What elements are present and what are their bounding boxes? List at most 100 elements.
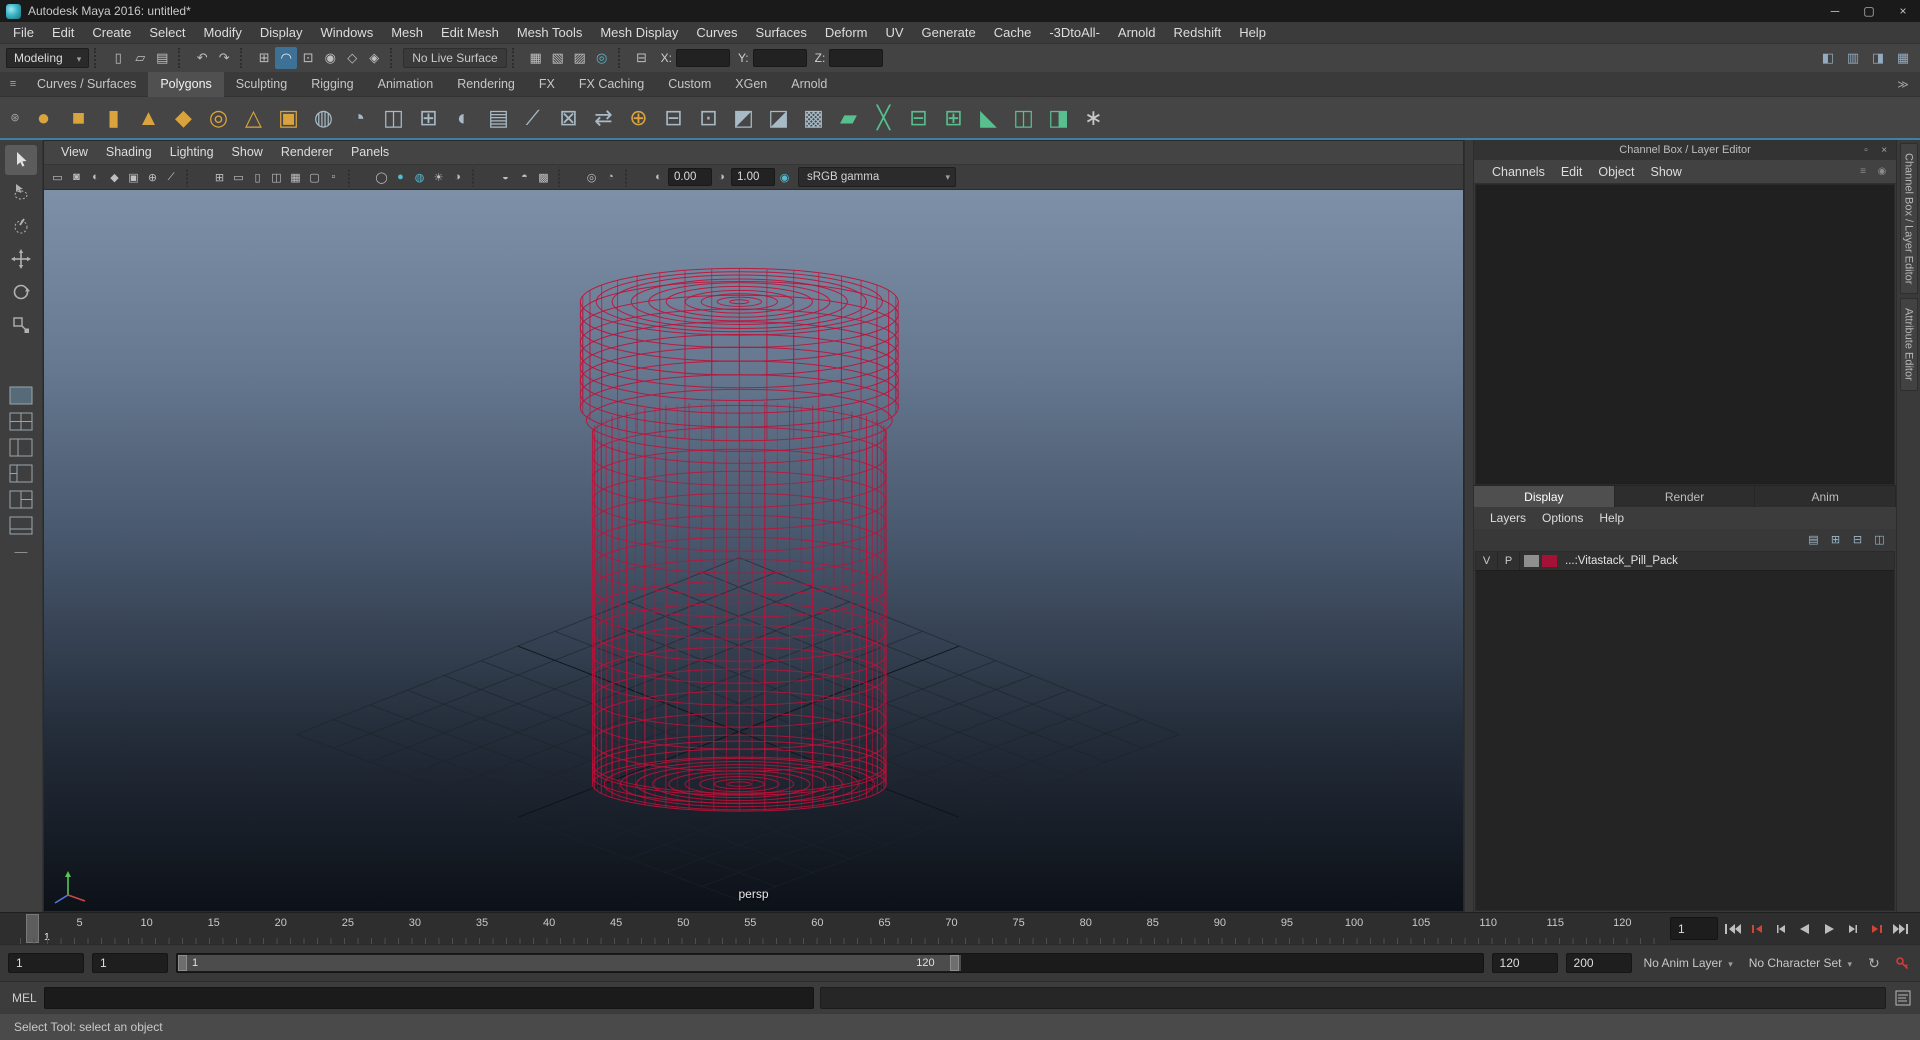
poly-cone-icon[interactable]: ▲ <box>132 101 165 134</box>
play-forward-button[interactable] <box>1818 919 1840 939</box>
script-editor-icon[interactable] <box>1892 987 1914 1009</box>
poly-torus-icon[interactable]: ◎ <box>202 101 235 134</box>
range-slider[interactable]: 1 120 <box>176 953 1484 973</box>
new-layer-from-selected-icon[interactable]: ⊟ <box>1849 531 1866 548</box>
shelf-tab[interactable]: Curves / Surfaces <box>25 72 148 97</box>
insert-edge-loop-icon[interactable]: ⊟ <box>902 101 935 134</box>
channel-box-menu-item[interactable]: Edit <box>1553 161 1591 183</box>
safe-title-icon[interactable]: ▫ <box>324 167 343 187</box>
boolean-icon[interactable]: ◫ <box>377 101 410 134</box>
menu-item[interactable]: Cache <box>985 22 1041 44</box>
layer-options-icon[interactable]: ◫ <box>1871 531 1888 548</box>
layer-editor-menu-item[interactable]: Layers <box>1482 507 1534 529</box>
minimize-button[interactable]: ─ <box>1818 0 1852 22</box>
reduce-mesh-icon[interactable]: ◔ <box>342 101 375 134</box>
animation-preferences-icon[interactable]: ↻ <box>1864 953 1884 973</box>
offset-edge-loop-icon[interactable]: ⊞ <box>937 101 970 134</box>
extrude-icon[interactable]: ⊠ <box>552 101 585 134</box>
grid-toggle-icon[interactable]: ⊞ <box>210 167 229 187</box>
shelf-menu-icon[interactable]: ≡ <box>4 75 22 93</box>
snap-to-points-icon[interactable]: ⊡ <box>297 47 319 69</box>
shaded-mode-icon[interactable]: ● <box>391 167 410 187</box>
close-button[interactable]: × <box>1886 0 1920 22</box>
render-view-icon[interactable]: ▦ <box>525 47 547 69</box>
split-mesh-icon[interactable]: ◪ <box>762 101 795 134</box>
pencil-curve-icon[interactable]: ∕ <box>517 101 550 134</box>
snap-to-projected-center-icon[interactable]: ◉ <box>319 47 341 69</box>
symmetry-settings-icon[interactable]: ⊟ <box>631 47 653 69</box>
character-set-dropdown[interactable]: No Character Set <box>1745 956 1856 970</box>
layout-split-vertical-button[interactable] <box>7 436 35 459</box>
layer-editor-tab[interactable]: Render <box>1614 484 1756 507</box>
scale-tool-button[interactable] <box>5 310 37 340</box>
fill-hole-icon[interactable]: ⊟ <box>657 101 690 134</box>
select-camera-icon[interactable]: ▭ <box>48 167 67 187</box>
slide-edge-icon[interactable]: ⇄ <box>587 101 620 134</box>
flatten-icon[interactable]: ▤ <box>482 101 515 134</box>
y-coordinate-field[interactable] <box>752 49 807 67</box>
layer-playback-toggle[interactable]: P <box>1498 551 1520 570</box>
x-coordinate-field[interactable] <box>675 49 730 67</box>
paint-transfer-icon[interactable]: ∗ <box>1077 101 1110 134</box>
snap-to-view-planes-icon[interactable]: ◇ <box>341 47 363 69</box>
shadows-mode-icon[interactable]: ◑ <box>448 167 467 187</box>
combine-icon[interactable]: ⊕ <box>622 101 655 134</box>
menu-item[interactable]: Redshift <box>1164 22 1230 44</box>
tool-settings-icon[interactable]: ◨ <box>1867 47 1889 69</box>
layout-single-pane-button[interactable] <box>7 384 35 407</box>
project-curve-icon[interactable]: ◩ <box>727 101 760 134</box>
shelf-tab[interactable]: FX <box>527 72 567 97</box>
menu-item[interactable]: Mesh Display <box>591 22 687 44</box>
separator[interactable] <box>390 48 398 68</box>
mirror-geometry-icon[interactable]: ◨ <box>1042 101 1075 134</box>
viewport-menu-item[interactable]: Panels <box>342 141 398 164</box>
menu-item[interactable]: File <box>4 22 43 44</box>
edit-layer-icon[interactable]: ▤ <box>1805 531 1822 548</box>
poly-sphere-icon[interactable]: ● <box>27 101 60 134</box>
make-symmetric-icon[interactable]: ◫ <box>1007 101 1040 134</box>
lights-mode-icon[interactable]: ☀ <box>429 167 448 187</box>
channel-list-area[interactable] <box>1475 184 1895 485</box>
viewport-menu-item[interactable]: View <box>52 141 97 164</box>
separator[interactable] <box>240 48 248 68</box>
playback-end-field[interactable]: 120 <box>1491 953 1558 973</box>
range-start-handle[interactable] <box>178 955 187 971</box>
poly-cylinder-icon[interactable]: ▮ <box>97 101 130 134</box>
multisample-icon[interactable]: ▩ <box>534 167 553 187</box>
range-end-handle[interactable] <box>950 955 960 971</box>
undo-icon[interactable]: ↶ <box>191 47 213 69</box>
resolution-gate-icon[interactable]: ▯ <box>248 167 267 187</box>
snap-to-grids-icon[interactable]: ⊞ <box>253 47 275 69</box>
viewport-menu-item[interactable]: Shading <box>97 141 161 164</box>
sculpt-tool-icon[interactable]: ◐ <box>447 101 480 134</box>
menu-item[interactable]: Edit <box>43 22 83 44</box>
crease-tool-icon[interactable]: ◣ <box>972 101 1005 134</box>
channel-box-toggle-icon[interactable]: ▦ <box>1892 47 1914 69</box>
layer-editor-menu-item[interactable]: Options <box>1534 507 1591 529</box>
exposure-icon[interactable]: ◐ <box>649 167 668 187</box>
exposure-field[interactable]: 0.00 <box>668 168 712 186</box>
shelf-tab[interactable]: Polygons <box>148 71 224 97</box>
viewport-toolbar-icon[interactable] <box>472 167 491 187</box>
layout-custom-button[interactable] <box>7 514 35 537</box>
pan-zoom-icon[interactable]: ⊕ <box>143 167 162 187</box>
layout-four-pane-button[interactable] <box>7 410 35 433</box>
bookmarks-icon[interactable]: ◆ <box>105 167 124 187</box>
viewport-toolbar-icon[interactable] <box>186 167 205 187</box>
gamma-field[interactable]: 1.00 <box>731 168 775 186</box>
shelf-tab[interactable]: Arnold <box>779 72 839 97</box>
poly-cube-icon[interactable]: ■ <box>62 101 95 134</box>
menuset-dropdown[interactable]: Modeling <box>6 48 90 68</box>
shelf-tab[interactable]: Rigging <box>299 72 365 97</box>
play-backward-button[interactable] <box>1794 919 1816 939</box>
layer-display-type-box[interactable] <box>1524 554 1539 567</box>
menu-item[interactable]: UV <box>876 22 912 44</box>
menu-item[interactable]: Select <box>140 22 194 44</box>
playhead[interactable] <box>26 914 39 943</box>
poly-platonic-icon[interactable]: ◆ <box>167 101 200 134</box>
time-slider-track[interactable]: 5 10 15 20 25 30 35 40 45 50 55 60 65 70 75 80 85 90 95 100… <box>0 913 1666 944</box>
step-back-frame-button[interactable] <box>1770 919 1792 939</box>
open-scene-icon[interactable]: ▱ <box>129 47 151 69</box>
poly-pipe-icon[interactable]: ▣ <box>272 101 305 134</box>
shelf-tab[interactable]: Rendering <box>445 72 527 97</box>
